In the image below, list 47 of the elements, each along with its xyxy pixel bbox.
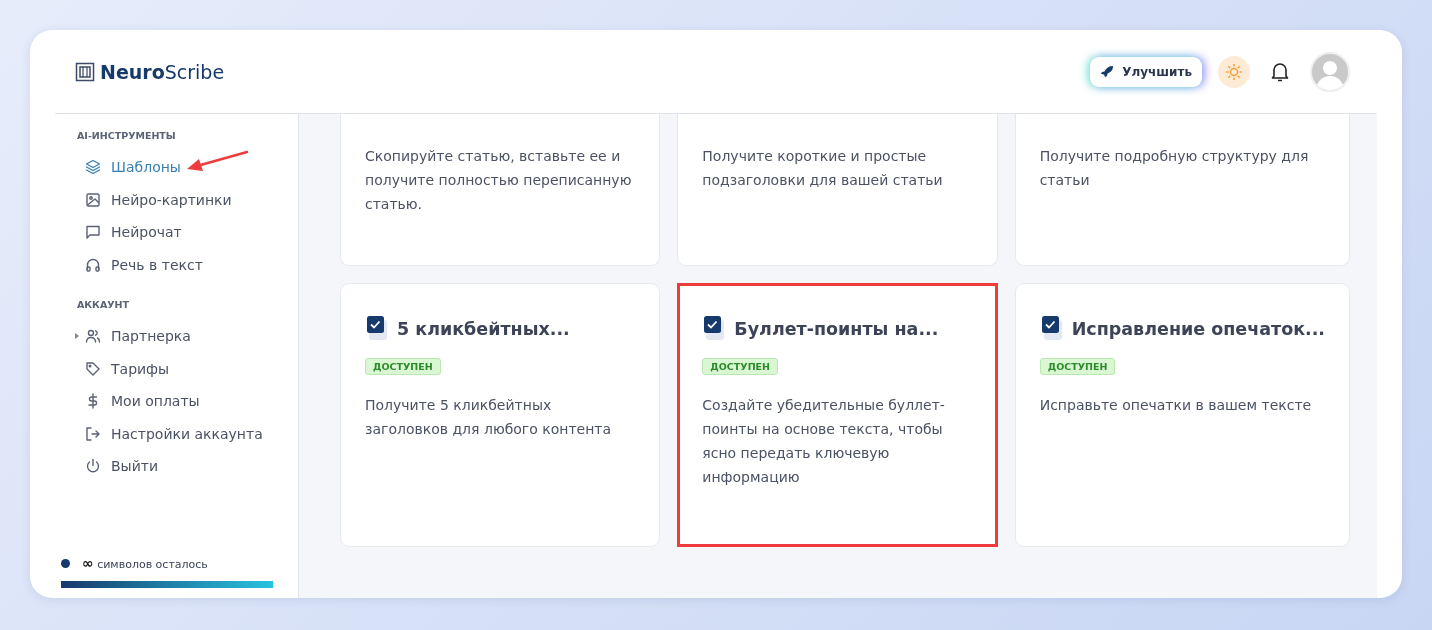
template-card[interactable]: Скопируйте статью, вставьте ее и получите полностью переписанную статью. bbox=[340, 114, 661, 266]
card-title: Исправление опечаток... bbox=[1071, 319, 1325, 339]
template-card[interactable]: Буллет-поинты на... ДОСТУПЕН Создайте убедительные буллет-поинты на основе текста, чтобы ясно передать ключевую информацию bbox=[677, 283, 998, 547]
bell-icon[interactable] bbox=[1270, 60, 1290, 83]
headphones-icon bbox=[85, 256, 101, 273]
layers-icon bbox=[85, 159, 101, 176]
section-heading: AI-ИНСТРУМЕНТЫ bbox=[77, 130, 177, 141]
brand-name[interactable]: NeuroScribe bbox=[100, 60, 225, 83]
sidebar-item[interactable]: Нейрочат bbox=[85, 224, 182, 241]
template-card[interactable]: 5 кликбейтных... ДОСТУПЕН Получите 5 кликбейтных заголовков для любого контента bbox=[340, 283, 661, 547]
card-title: 5 кликбейтных... bbox=[397, 319, 570, 339]
sidebar-item[interactable]: Речь в текст bbox=[85, 256, 203, 273]
status-badge: ДОСТУПЕН bbox=[365, 358, 441, 375]
template-card[interactable]: Получите подробную структуру для статьи bbox=[1014, 114, 1350, 266]
status-badge: ДОСТУПЕН bbox=[702, 358, 779, 375]
card-title: Буллет-поинты на... bbox=[734, 319, 939, 339]
chat-icon bbox=[85, 224, 101, 241]
characters-left-label: ∞ символов осталось bbox=[82, 555, 208, 571]
section-heading: АККАУНТ bbox=[77, 299, 130, 310]
sidebar-item[interactable]: Настройки аккаунта bbox=[85, 425, 263, 442]
image-icon bbox=[85, 191, 101, 208]
sidebar-item[interactable]: Шаблоны bbox=[85, 159, 181, 176]
sidebar-item[interactable]: Партнерка bbox=[85, 328, 191, 345]
sidebar-item[interactable]: Выйти bbox=[85, 458, 158, 475]
template-card[interactable]: Исправление опечаток... ДОСТУПЕН Исправьте опечатки в вашем тексте bbox=[1014, 283, 1350, 547]
sun-icon bbox=[1225, 62, 1243, 81]
status-badge: ДОСТУПЕН bbox=[1039, 358, 1116, 375]
card-description: Получите подробную структуру для статьи bbox=[1039, 147, 1310, 190]
card-description: Исправьте опечатки в вашем тексте bbox=[1039, 396, 1313, 415]
card-description: Получите 5 кликбейтных заголовков для любого контента bbox=[365, 396, 613, 439]
power-icon bbox=[85, 458, 101, 475]
tag-icon bbox=[85, 360, 101, 377]
expand-icon[interactable] bbox=[75, 333, 79, 339]
card-description: Скопируйте статью, вставьте ее и получите полностью переписанную статью. bbox=[365, 147, 633, 214]
upgrade-button[interactable]: Улучшить bbox=[1090, 56, 1202, 87]
sidebar-item[interactable]: Нейро-картинки bbox=[85, 191, 232, 208]
exit-icon bbox=[85, 425, 101, 442]
theme-toggle[interactable] bbox=[1218, 55, 1250, 88]
rocket-icon bbox=[1100, 64, 1115, 79]
card-description: Получите короткие и простые подзаголовки для вашей статьи bbox=[702, 147, 944, 190]
card-description: Создайте убедительные буллет-поинты на основе текста, чтобы ясно передать ключевую информацию bbox=[702, 396, 946, 487]
template-card[interactable]: Получите короткие и простые подзаголовки для вашей статьи bbox=[677, 114, 998, 266]
logo-icon bbox=[75, 61, 95, 82]
sidebar-item[interactable]: Тарифы bbox=[85, 360, 170, 377]
status-dot bbox=[61, 558, 70, 568]
sidebar-item[interactable]: Мои оплаты bbox=[85, 393, 200, 410]
users-icon bbox=[85, 328, 101, 345]
